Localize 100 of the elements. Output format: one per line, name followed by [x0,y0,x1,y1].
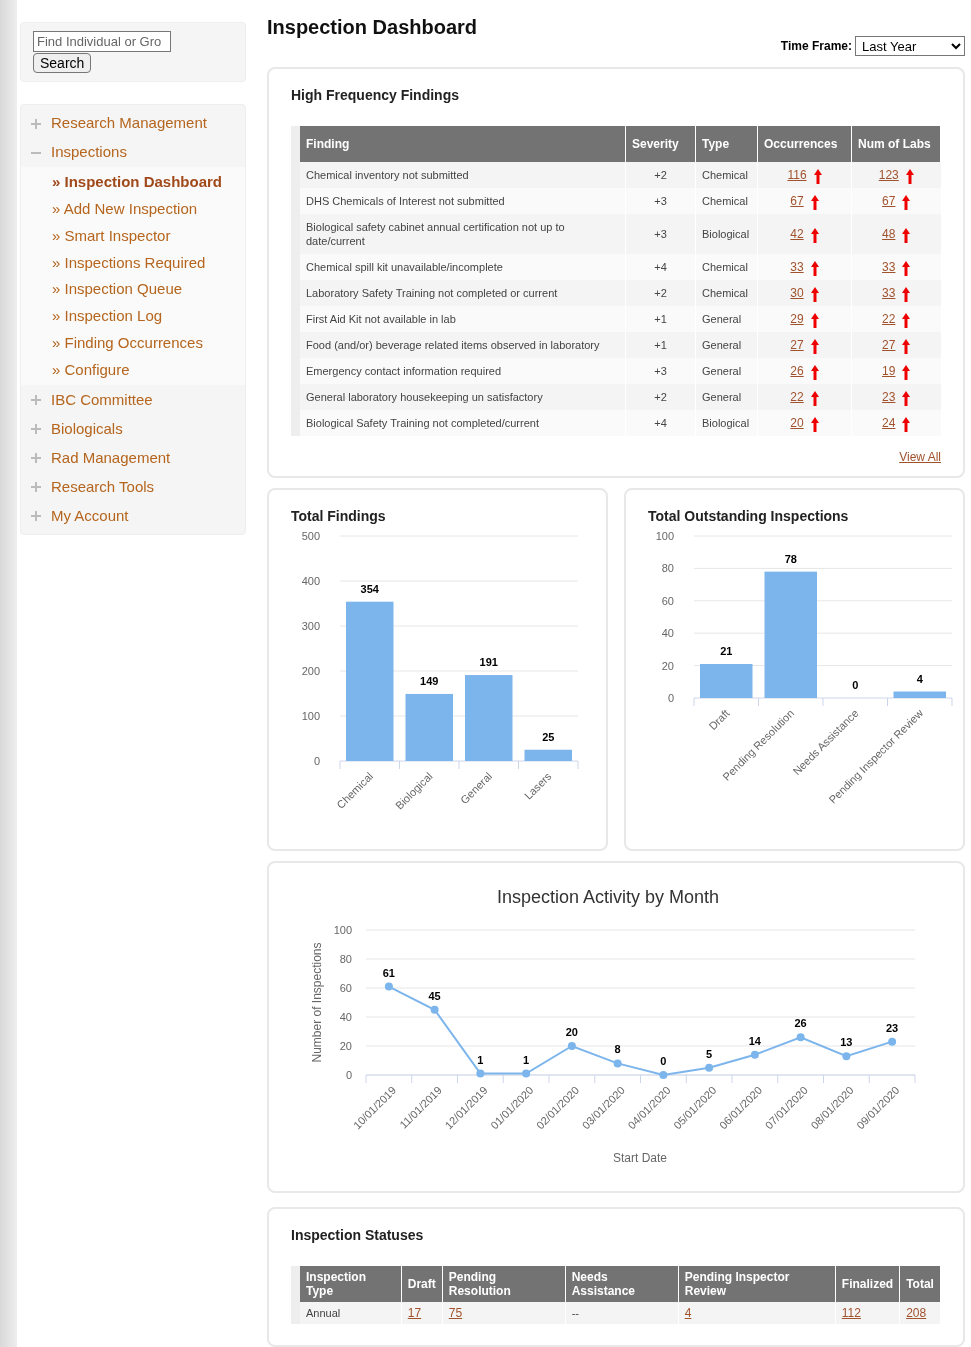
plus-icon [31,423,41,434]
arrow-up-icon [810,339,819,355]
count-link[interactable]: 33 [882,284,896,303]
arrow-up-icon [902,228,911,244]
count-link[interactable]: 123 [878,166,899,185]
count-link[interactable]: 33 [790,258,804,277]
axis-tick-label: 100 [655,530,674,543]
count-link[interactable]: 27 [882,336,896,355]
nav-subitem[interactable]: » Add New Inspection [52,197,198,221]
arrow-up-icon [905,169,914,185]
nav-item[interactable]: Biologicals [51,417,123,441]
plus-icon [31,452,41,463]
nav-item[interactable]: Rad Management [51,446,171,470]
arrow-up-icon [902,313,911,329]
card-title: Inspection Statuses [291,1226,425,1245]
plus-icon [31,118,41,129]
nav-subitem[interactable]: » Configure [52,358,130,382]
view-all-link[interactable]: View All [899,448,941,467]
count-link[interactable]: 22 [790,388,804,407]
count-link[interactable]: 208 [906,1306,927,1320]
axis-title: Start Date [613,1151,667,1166]
nav-subitem[interactable]: » Inspections Required [52,251,206,275]
data-label: 4 [916,672,923,685]
count-link[interactable]: 23 [882,388,896,407]
arrow-up-icon [902,287,911,303]
data-label: 0 [852,679,859,692]
nav-item[interactable]: IBC Committee [51,388,153,412]
arrow-up-icon [810,417,819,433]
count-link[interactable]: 67 [790,192,804,211]
nav-item[interactable]: My Account [51,504,129,528]
arrow-up-icon [813,169,822,185]
card-title: Total Outstanding Inspections [647,507,850,527]
nav-subitem[interactable]: » Inspection Dashboard [52,171,223,194]
arrow-up-icon [902,261,911,277]
axis-tick-label: 40 [661,627,674,640]
data-label: 149 [420,675,439,688]
count-link[interactable]: 19 [882,362,896,381]
count-link[interactable]: 20 [790,414,804,433]
count-link[interactable]: 24 [882,414,896,433]
data-label: 26 [794,1017,807,1030]
count-link[interactable]: 33 [882,258,896,277]
column-header: Needs Assistance [565,1266,679,1302]
column-header: Pending Resolution [442,1266,566,1302]
nav-subitem[interactable]: » Inspection Log [52,305,163,328]
table-cell: +4 [625,410,696,437]
column-header: Occurrences [757,126,852,163]
count-link[interactable]: 112 [841,1306,861,1320]
count-link[interactable]: 75 [448,1306,463,1320]
count-link[interactable]: 26 [790,362,804,381]
arrow-up-icon [902,391,911,407]
axis-tick-label: 60 [661,594,674,607]
count-link[interactable]: 22 [882,310,896,329]
plus-icon [31,481,41,492]
axis-tick-label: 60 [339,982,352,995]
axis-tick-label: 40 [339,1011,352,1024]
nav-subitem[interactable]: » Smart Inspector [52,224,171,248]
column-header: Pending Inspector Review [678,1266,836,1302]
arrow-up-icon [810,261,819,277]
nav-subitem[interactable]: » Inspection Queue [52,278,183,301]
column-header: Num of Labs [851,126,941,163]
count-link[interactable]: 4 [684,1306,692,1320]
card-title: Total Findings [290,507,387,527]
count-link[interactable]: 29 [790,310,804,329]
axis-tick-label: 80 [339,953,352,966]
data-label: 61 [382,966,395,979]
count-link[interactable]: 116 [787,166,807,185]
nav-item[interactable]: Inspections [51,141,127,164]
count-link[interactable]: 67 [882,192,896,211]
count-link[interactable]: 30 [790,284,804,303]
data-label: 354 [360,582,379,595]
column-header: Severity [625,126,696,163]
data-label: 21 [720,645,733,658]
search-field[interactable]: Find Individual or Gro [33,31,171,52]
data-label: 45 [428,989,441,1002]
arrow-up-icon [902,365,911,381]
nav-item[interactable]: Research Tools [51,475,155,499]
count-link[interactable]: 48 [882,225,896,244]
column-header: Finalized [835,1266,900,1302]
count-link[interactable]: 42 [790,225,804,244]
data-label: 25 [542,730,555,743]
time-frame-select[interactable]: Last Year [855,36,965,56]
data-label: 13 [840,1036,853,1049]
data-label: 8 [614,1043,621,1056]
plus-icon [31,510,41,521]
arrow-up-icon [810,228,819,244]
count-link[interactable]: 27 [790,336,804,355]
data-label: 20 [565,1026,578,1039]
search-button[interactable]: Search [33,53,92,73]
arrow-up-icon [902,417,911,433]
axis-tick-label: 0 [667,692,674,705]
card-title: High Frequency Findings [291,86,460,106]
count-link[interactable]: 17 [407,1306,422,1320]
time-frame-label: Time Frame: [780,38,852,55]
axis-tick-label: 20 [661,659,674,672]
axis-tick-label: 300 [301,620,320,633]
nav-subitem[interactable]: » Finding Occurrences [52,331,203,355]
arrow-up-icon [810,287,819,303]
arrow-up-icon [810,365,819,381]
nav-item[interactable]: Research Management [51,112,207,135]
arrow-up-icon [810,313,819,329]
